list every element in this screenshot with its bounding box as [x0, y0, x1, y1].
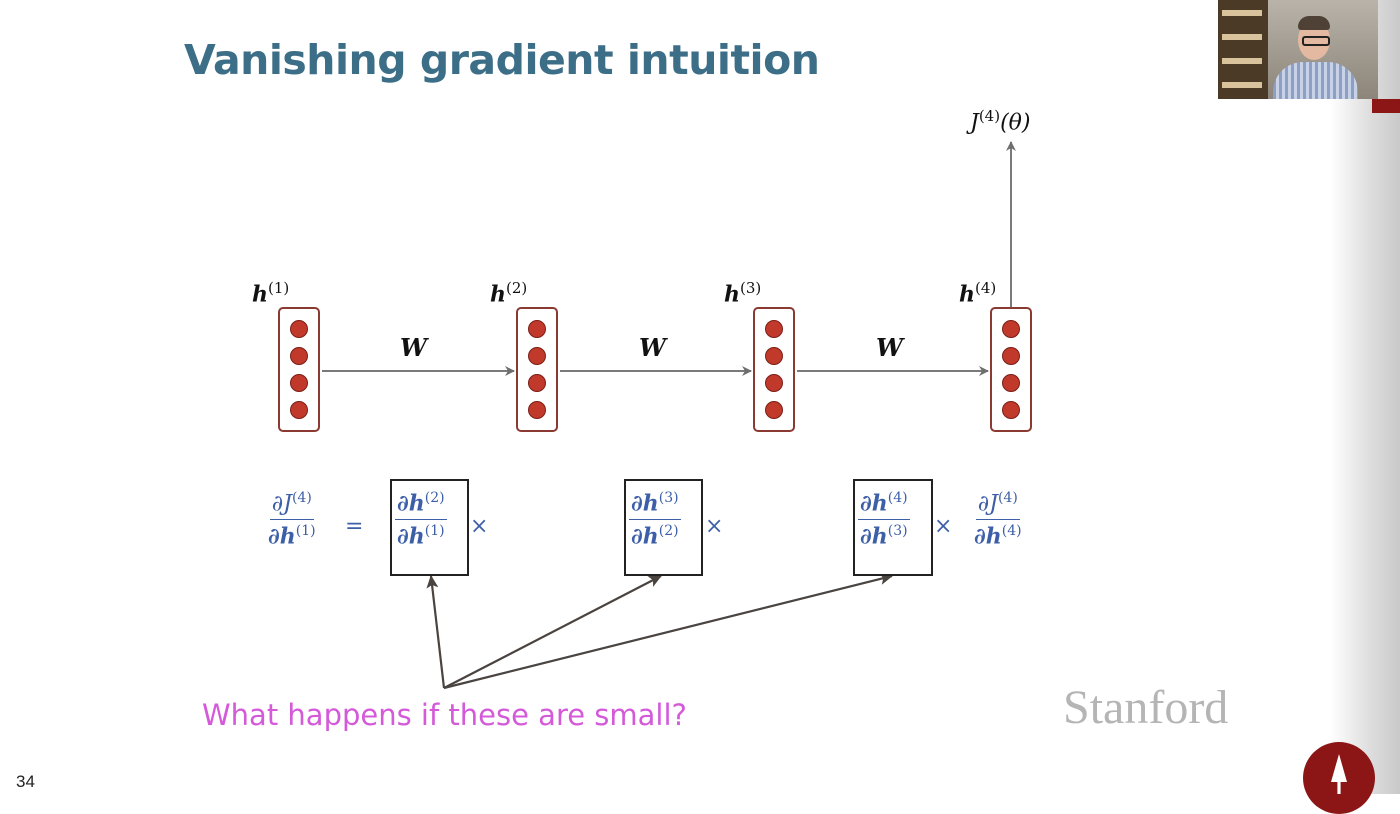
h1-label: h(1): [252, 279, 290, 308]
last-gradient-fraction: ∂J(4) ∂h(4): [974, 490, 1022, 550]
neuron: [528, 401, 546, 419]
lhs-gradient-fraction: ∂J(4) ∂h(1): [268, 490, 316, 550]
neuron: [1002, 401, 1020, 419]
neuron: [765, 320, 783, 338]
times-sign-2: ×: [705, 514, 724, 539]
question-text: What happens if these are small?: [202, 698, 687, 732]
neuron: [290, 347, 308, 365]
stanford-logo: Stanford: [1063, 681, 1229, 734]
question-arrow-1: [426, 575, 446, 689]
factor-fraction-2: ∂h(3) ∂h(2): [629, 490, 681, 550]
question-arrow-2: [443, 575, 662, 689]
w-label-3: W: [876, 333, 903, 362]
neuron: [765, 347, 783, 365]
equals-sign: =: [345, 514, 364, 539]
h3-label: h(3): [724, 279, 762, 308]
neuron: [528, 374, 546, 392]
factor-fraction-3: ∂h(4) ∂h(3): [858, 490, 910, 550]
hidden-state-vector-4: [990, 307, 1032, 432]
hidden-state-vector-1: [278, 307, 320, 432]
neuron: [290, 320, 308, 338]
tree-icon: [1331, 754, 1347, 794]
times-sign-1: ×: [470, 514, 489, 539]
h2-label: h(2): [490, 279, 528, 308]
neuron: [1002, 347, 1020, 365]
neuron: [290, 374, 308, 392]
stanford-seal-icon: [1303, 742, 1375, 814]
neuron: [528, 347, 546, 365]
times-sign-3: ×: [934, 514, 953, 539]
w-label-2: W: [639, 333, 666, 362]
neuron: [765, 401, 783, 419]
neuron: [765, 374, 783, 392]
h4-label: h(4): [959, 279, 997, 308]
loss-label: J(4)(θ): [970, 107, 1031, 136]
factor-fraction-1: ∂h(2) ∂h(1): [395, 490, 447, 550]
hidden-state-vector-3: [753, 307, 795, 432]
neuron: [528, 320, 546, 338]
w-label-1: W: [400, 333, 427, 362]
neuron: [1002, 320, 1020, 338]
question-arrow-3: [443, 573, 893, 690]
neuron: [290, 401, 308, 419]
slide-number: 34: [16, 772, 35, 791]
hidden-state-vector-2: [516, 307, 558, 432]
diagram-arrows: [322, 141, 1016, 690]
neuron: [1002, 374, 1020, 392]
